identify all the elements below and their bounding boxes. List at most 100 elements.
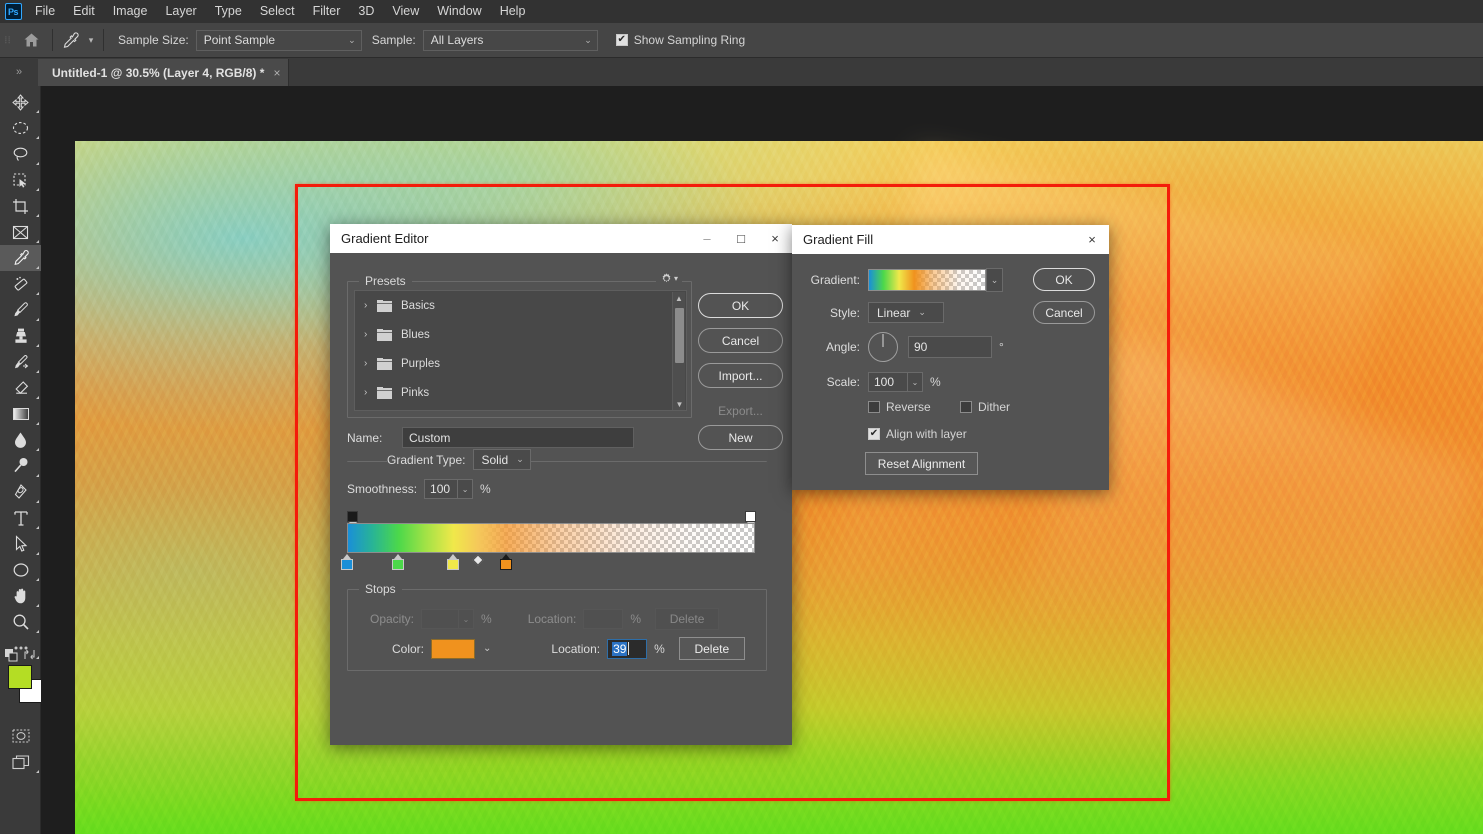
- menu-view[interactable]: View: [383, 0, 428, 23]
- chevron-right-icon[interactable]: ›: [364, 358, 377, 369]
- align-with-layer-checkbox[interactable]: Align with layer: [868, 427, 967, 441]
- eraser-tool[interactable]: [0, 375, 41, 401]
- default-colors-icon[interactable]: [5, 649, 19, 665]
- sample-select[interactable]: All Layers ⌄: [422, 29, 598, 51]
- angle-dial[interactable]: [868, 332, 898, 362]
- menu-file[interactable]: File: [26, 0, 64, 23]
- preset-item-purples[interactable]: › Purples: [355, 349, 686, 378]
- cancel-button[interactable]: Cancel: [1033, 301, 1095, 324]
- menu-select[interactable]: Select: [251, 0, 304, 23]
- scroll-down-icon[interactable]: ▼: [673, 398, 686, 410]
- tool-more-triangle-icon: [36, 110, 39, 113]
- pen-tool[interactable]: [0, 479, 41, 505]
- reverse-checkbox[interactable]: Reverse: [868, 400, 931, 414]
- blur-tool[interactable]: [0, 427, 41, 453]
- active-tool-eyedropper-icon[interactable]: [57, 27, 83, 53]
- type-tool[interactable]: [0, 505, 41, 531]
- close-icon[interactable]: ×: [758, 224, 792, 253]
- chevron-right-icon[interactable]: ›: [364, 387, 377, 398]
- zoom-tool[interactable]: [0, 609, 41, 635]
- gradient-fill-title: Gradient Fill: [803, 232, 874, 247]
- dodge-tool[interactable]: [0, 453, 41, 479]
- tab-overflow-chevron-icon[interactable]: »: [0, 58, 38, 86]
- menu-filter[interactable]: Filter: [304, 0, 350, 23]
- eyedropper-tool[interactable]: [0, 245, 41, 271]
- clone-stamp-tool[interactable]: [0, 323, 41, 349]
- options-bar-grip[interactable]: ::::: [0, 23, 14, 58]
- gradient-picker-chevron-down-icon[interactable]: ⌄: [986, 268, 1003, 292]
- preset-item-reds[interactable]: › Reds: [355, 407, 686, 410]
- new-button[interactable]: New: [698, 425, 783, 450]
- opacity-stop-1[interactable]: [745, 511, 757, 527]
- tool-more-triangle-icon: [36, 136, 39, 139]
- brush-tool[interactable]: [0, 297, 41, 323]
- close-icon[interactable]: ×: [273, 66, 280, 80]
- chevron-right-icon[interactable]: ›: [364, 329, 377, 340]
- minimize-icon[interactable]: –: [690, 224, 724, 253]
- preset-item-blues[interactable]: › Blues: [355, 320, 686, 349]
- chevron-right-icon[interactable]: ›: [364, 300, 377, 311]
- reset-alignment-button[interactable]: Reset Alignment: [865, 452, 978, 475]
- scale-input[interactable]: 100: [868, 372, 908, 392]
- gradient-preview-bar[interactable]: [347, 523, 755, 553]
- scroll-up-icon[interactable]: ▲: [673, 292, 685, 305]
- ok-button[interactable]: OK: [1033, 268, 1095, 291]
- angle-input[interactable]: 90: [908, 336, 992, 358]
- dither-checkbox[interactable]: Dither: [960, 400, 1010, 414]
- move-tool[interactable]: [0, 89, 41, 115]
- foreground-color-swatch[interactable]: [8, 665, 32, 689]
- color-stop-row: Color: ⌄ Location: 39 % Delete: [392, 637, 745, 660]
- frame-tool[interactable]: [0, 219, 41, 245]
- preset-item-basics[interactable]: › Basics: [355, 291, 686, 320]
- color-chevron-down-icon[interactable]: ⌄: [483, 643, 491, 654]
- scale-chevron-down-icon[interactable]: ⌄: [908, 372, 923, 392]
- menu-layer[interactable]: Layer: [156, 0, 205, 23]
- ok-button[interactable]: OK: [698, 293, 783, 318]
- ellipse-tool[interactable]: [0, 557, 41, 583]
- home-icon[interactable]: [14, 23, 48, 58]
- smoothness-input[interactable]: 100: [424, 479, 459, 499]
- screen-mode-tool[interactable]: [0, 749, 41, 775]
- spot-healing-brush-tool[interactable]: [0, 271, 41, 297]
- quick-selection-tool[interactable]: [0, 167, 41, 193]
- crop-tool[interactable]: [0, 193, 41, 219]
- gradient-type-select[interactable]: Solid ⌄: [472, 449, 531, 470]
- maximize-icon[interactable]: □: [724, 224, 758, 253]
- close-icon[interactable]: ×: [1075, 225, 1109, 254]
- color-delete-button[interactable]: Delete: [678, 637, 745, 660]
- sample-size-select[interactable]: Point Sample ⌄: [195, 29, 362, 51]
- menu-help[interactable]: Help: [491, 0, 535, 23]
- cancel-button[interactable]: Cancel: [698, 328, 783, 353]
- gradient-editor-title-bar[interactable]: Gradient Editor – □ ×: [330, 224, 792, 253]
- tool-preset-chevron-down-icon[interactable]: ▾: [83, 27, 99, 53]
- path-selection-tool[interactable]: [0, 531, 41, 557]
- opacity-stop-0[interactable]: [347, 511, 359, 527]
- color-location-input[interactable]: 39: [607, 638, 648, 659]
- menu-3d[interactable]: 3D: [349, 0, 383, 23]
- menu-type[interactable]: Type: [206, 0, 251, 23]
- style-select[interactable]: Linear ⌄: [868, 302, 944, 323]
- quick-mask-mode-tool[interactable]: [0, 723, 41, 749]
- show-sampling-ring-checkbox[interactable]: Show Sampling Ring: [615, 33, 745, 47]
- presets-list[interactable]: › Basics › Blues › Purples › Pinks ▲ ▼: [354, 290, 687, 411]
- gradient-fill-title-bar[interactable]: Gradient Fill ×: [792, 225, 1109, 254]
- document-tab[interactable]: Untitled-1 @ 30.5% (Layer 4, RGB/8) * ×: [38, 59, 290, 86]
- hand-tool[interactable]: [0, 583, 41, 609]
- menu-image[interactable]: Image: [104, 0, 157, 23]
- color-swatch-button[interactable]: [431, 638, 476, 659]
- presets-scrollbar[interactable]: ▲ ▼: [672, 292, 686, 410]
- swap-colors-icon[interactable]: [23, 648, 36, 664]
- elliptical-marquee-tool[interactable]: [0, 115, 41, 141]
- gradient-tool[interactable]: [0, 401, 41, 427]
- menu-window[interactable]: Window: [428, 0, 490, 23]
- smoothness-chevron-down-icon[interactable]: ⌄: [458, 479, 474, 499]
- history-brush-tool[interactable]: [0, 349, 41, 375]
- scrollbar-thumb[interactable]: [675, 308, 684, 363]
- preset-item-pinks[interactable]: › Pinks: [355, 378, 686, 407]
- gradient-preview-swatch[interactable]: [868, 269, 986, 291]
- menu-edit[interactable]: Edit: [64, 0, 104, 23]
- presets-gear-icon[interactable]: ▾: [655, 272, 682, 285]
- lasso-tool[interactable]: [0, 141, 41, 167]
- name-input[interactable]: Custom: [402, 427, 634, 448]
- import-button[interactable]: Import...: [698, 363, 783, 388]
